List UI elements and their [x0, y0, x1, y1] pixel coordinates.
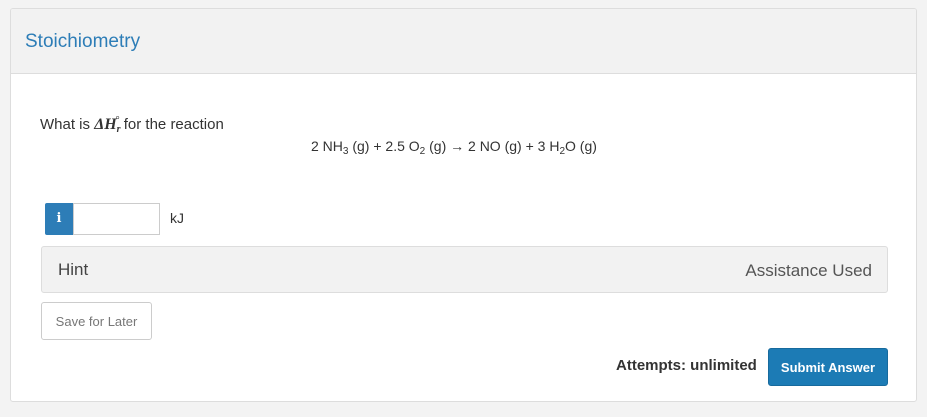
- attempts-label: Attempts: unlimited: [616, 357, 757, 374]
- info-icon[interactable]: i: [45, 203, 73, 235]
- question-prefix: What is: [40, 116, 95, 133]
- save-for-later-button[interactable]: Save for Later: [41, 302, 152, 340]
- card-title: Stoichiometry: [25, 31, 141, 52]
- equation-part: 2 NH: [311, 138, 343, 154]
- equation-part: (g) → 2 NO (g) + 3 H: [425, 138, 560, 154]
- enthalpy-delta-h: ΔH: [94, 116, 117, 133]
- hint-toggle[interactable]: Hint Assistance Used: [41, 246, 888, 293]
- enthalpy-symbol: ΔHr°: [94, 115, 121, 135]
- submit-answer-button[interactable]: Submit Answer: [768, 348, 888, 386]
- question-suffix: for the reaction: [119, 116, 224, 133]
- equation-part: (g) + 2.5 O: [348, 138, 420, 154]
- reaction-equation: 2 NH3 (g) + 2.5 O2 (g) → 2 NO (g) + 3 H2…: [311, 138, 597, 157]
- unit-label: kJ: [170, 210, 184, 226]
- enthalpy-subscript: r: [116, 124, 121, 135]
- assistance-used-label: Assistance Used: [745, 261, 872, 280]
- question-card: Stoichiometry What is ΔHr° for the react…: [10, 8, 917, 402]
- hint-label: Hint: [58, 260, 89, 279]
- card-header: Stoichiometry: [11, 9, 916, 74]
- question-text: What is ΔHr° for the reaction: [40, 115, 224, 135]
- equation-part: O (g): [565, 138, 597, 154]
- answer-input[interactable]: [73, 203, 160, 235]
